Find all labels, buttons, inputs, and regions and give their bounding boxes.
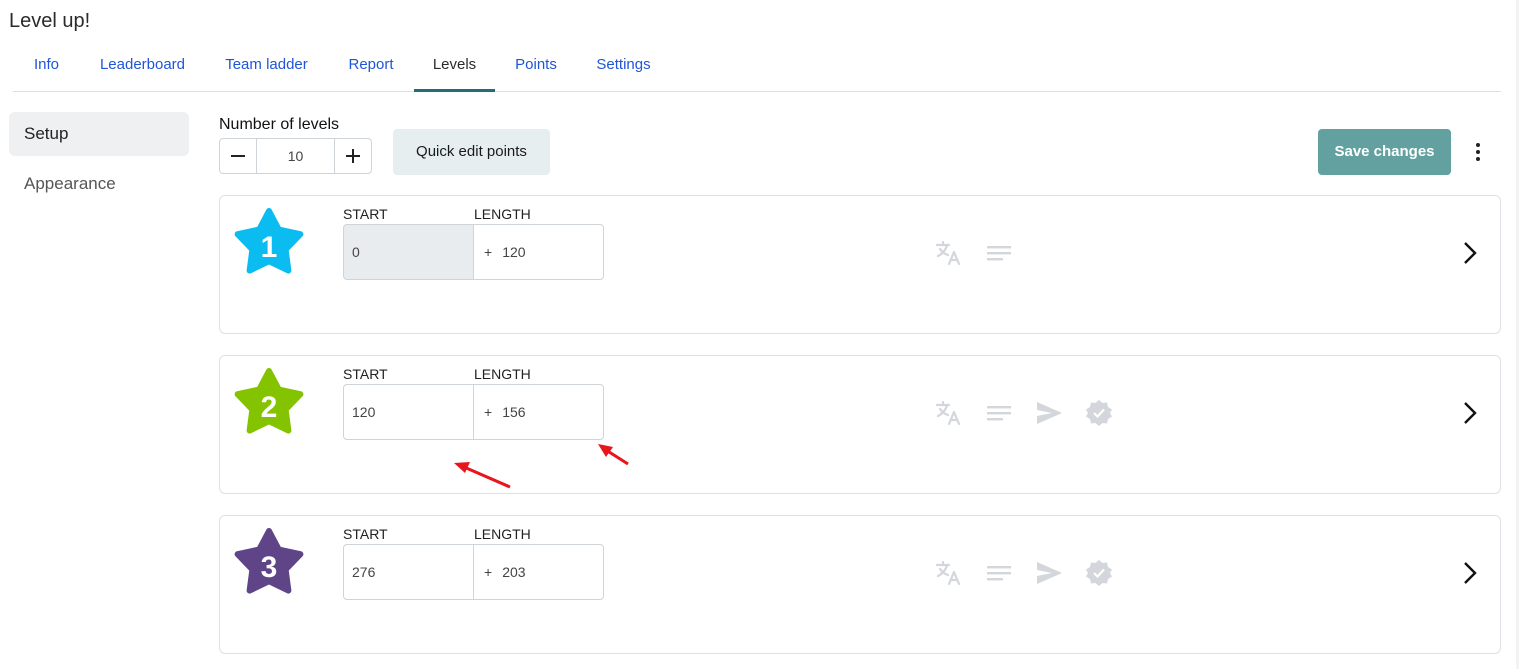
chevron-right-icon: [1464, 242, 1477, 264]
length-field[interactable]: +203: [473, 544, 604, 600]
level-number: 2: [261, 391, 278, 424]
send-button[interactable]: [1034, 558, 1064, 588]
level-number: 3: [261, 551, 278, 584]
translate-button[interactable]: [934, 398, 964, 428]
decrement-button[interactable]: [220, 139, 256, 173]
level-card: 2 START LENGTH 120 +156: [219, 355, 1501, 494]
length-value: 156: [502, 404, 526, 420]
increment-button[interactable]: [335, 139, 371, 173]
verified-button[interactable]: [1084, 398, 1114, 428]
tab-info[interactable]: Info: [13, 50, 80, 91]
star-icon: 1: [234, 208, 304, 274]
expand-level-button[interactable]: [1458, 398, 1482, 428]
plus-sign: +: [484, 404, 493, 420]
level-badge: 1: [233, 208, 305, 280]
sidebar-item-appearance[interactable]: Appearance: [9, 162, 189, 206]
length-label: LENGTH: [474, 206, 531, 222]
more-options-button[interactable]: [1466, 140, 1490, 164]
start-label: START: [343, 206, 388, 222]
translate-button[interactable]: [934, 238, 964, 268]
chevron-right-icon: [1464, 402, 1477, 424]
chevron-right-icon: [1464, 562, 1477, 584]
plus-sign: +: [484, 244, 493, 260]
expand-level-button[interactable]: [1458, 238, 1482, 268]
app-title: Level up!: [9, 10, 91, 32]
start-label: START: [343, 526, 388, 542]
tab-bar: Info Leaderboard Team ladder Report Leve…: [13, 50, 1501, 92]
translate-icon: [935, 240, 961, 266]
translate-icon: [935, 400, 961, 426]
number-of-levels-input[interactable]: 10: [256, 139, 335, 173]
more-vertical-icon: [1476, 143, 1480, 161]
length-label: LENGTH: [474, 366, 531, 382]
save-changes-button[interactable]: Save changes: [1318, 129, 1451, 175]
star-icon: 3: [234, 528, 304, 594]
number-of-levels-label: Number of levels: [219, 116, 340, 133]
star-icon: 2: [234, 368, 304, 434]
description-icon: [987, 246, 1011, 261]
translate-icon: [935, 560, 961, 586]
level-badge: 3: [233, 528, 305, 600]
length-value: 120: [502, 244, 526, 260]
tab-settings[interactable]: Settings: [577, 50, 670, 91]
tab-points[interactable]: Points: [495, 50, 577, 91]
quick-edit-points-button[interactable]: Quick edit points: [393, 129, 550, 175]
verified-icon: [1086, 560, 1112, 586]
minus-icon: [231, 155, 245, 157]
level-card: 3 START LENGTH 276 +203: [219, 515, 1501, 654]
level-number: 1: [261, 231, 278, 264]
description-icon: [987, 566, 1011, 581]
level-badge: 2: [233, 368, 305, 440]
send-icon: [1037, 562, 1062, 584]
verified-button[interactable]: [1084, 558, 1114, 588]
description-button[interactable]: [984, 398, 1014, 428]
tab-levels[interactable]: Levels: [414, 50, 495, 92]
plus-sign: +: [484, 564, 493, 580]
length-label: LENGTH: [474, 526, 531, 542]
level-card: 1 START LENGTH 0 +120: [219, 195, 1501, 334]
start-field[interactable]: 276: [343, 544, 474, 600]
description-button[interactable]: [984, 558, 1014, 588]
send-button[interactable]: [1034, 398, 1064, 428]
start-label: START: [343, 366, 388, 382]
number-of-levels-stepper: 10: [219, 138, 372, 174]
tab-leaderboard[interactable]: Leaderboard: [80, 50, 205, 91]
description-icon: [987, 406, 1011, 421]
sidebar-item-setup[interactable]: Setup: [9, 112, 189, 156]
length-field[interactable]: +156: [473, 384, 604, 440]
length-field[interactable]: +120: [473, 224, 604, 280]
verified-icon: [1086, 400, 1112, 426]
description-button[interactable]: [984, 238, 1014, 268]
expand-level-button[interactable]: [1458, 558, 1482, 588]
length-value: 203: [502, 564, 526, 580]
translate-button[interactable]: [934, 558, 964, 588]
start-field[interactable]: 120: [343, 384, 474, 440]
send-icon: [1037, 402, 1062, 424]
tab-report[interactable]: Report: [328, 50, 414, 91]
tab-team-ladder[interactable]: Team ladder: [205, 50, 328, 91]
start-field: 0: [343, 224, 474, 280]
plus-icon: [346, 149, 360, 163]
